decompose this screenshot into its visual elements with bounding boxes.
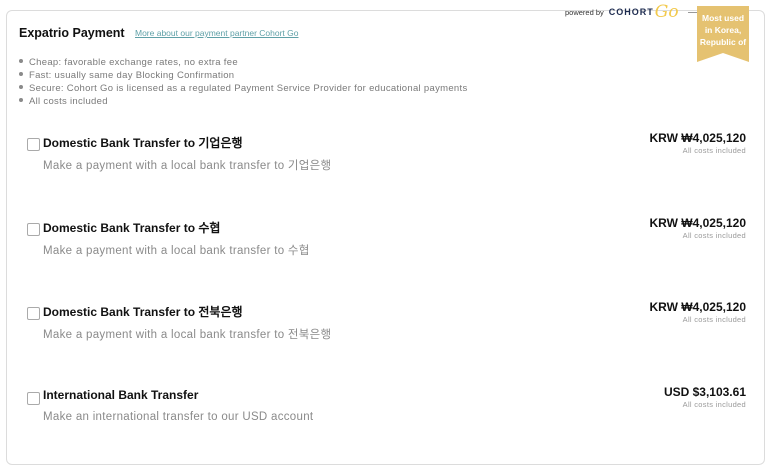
payment-option-suhyup[interactable]: Domestic Bank Transfer to 수협 Make a paym… — [27, 216, 747, 268]
option-price: KRW ₩4,025,120 — [649, 131, 747, 145]
page-title: Expatrio Payment — [19, 26, 125, 40]
go-logo-text: Go — [654, 2, 679, 22]
option-description: Make a payment with a local bank transfe… — [43, 245, 310, 257]
option-title: Domestic Bank Transfer to 기업은행 — [43, 136, 243, 150]
option-description: Make a payment with a local bank transfe… — [43, 160, 332, 172]
option-checkbox[interactable] — [27, 307, 40, 320]
bullet-icon — [19, 59, 23, 64]
option-price: KRW ₩4,025,120 — [649, 300, 747, 314]
option-costs-note: All costs included — [682, 146, 746, 155]
option-checkbox[interactable] — [27, 392, 40, 405]
option-title: Domestic Bank Transfer to 수협 — [43, 221, 221, 235]
ribbon-line-2: in Korea, — [704, 25, 742, 35]
payment-option-international[interactable]: International Bank Transfer Make an inte… — [27, 385, 747, 437]
feature-text: Cheap: favorable exchange rates, no extr… — [29, 57, 238, 68]
ribbon-line-3: Republic of — [699, 37, 747, 47]
feature-item: Secure: Cohort Go is licensed as a regul… — [19, 82, 468, 95]
feature-text: Secure: Cohort Go is licensed as a regul… — [29, 83, 468, 94]
option-costs-note: All costs included — [682, 231, 746, 240]
feature-item: Cheap: favorable exchange rates, no extr… — [19, 56, 468, 69]
option-checkbox[interactable] — [27, 223, 40, 236]
payment-option-jeonbuk[interactable]: Domestic Bank Transfer to 전북은행 Make a pa… — [27, 300, 747, 352]
option-title: Domestic Bank Transfer to 전북은행 — [43, 305, 243, 319]
feature-item: Fast: usually same day Blocking Confirma… — [19, 69, 468, 82]
partner-info-link[interactable]: More about our payment partner Cohort Go — [135, 28, 298, 38]
option-costs-note: All costs included — [682, 400, 746, 409]
ribbon-line-1: Most used — [701, 13, 745, 23]
option-checkbox[interactable] — [27, 138, 40, 151]
powered-by-cohort-go: powered by COHORT Go — [565, 2, 698, 22]
feature-text: All costs included — [29, 96, 108, 107]
payment-option-ibk[interactable]: Domestic Bank Transfer to 기업은행 Make a pa… — [27, 131, 747, 183]
option-price: KRW ₩4,025,120 — [649, 216, 747, 230]
option-costs-note: All costs included — [682, 315, 746, 324]
option-description: Make an international transfer to our US… — [43, 411, 314, 423]
feature-list: Cheap: favorable exchange rates, no extr… — [19, 56, 468, 108]
option-price: USD $3,103.61 — [663, 385, 746, 399]
feature-text: Fast: usually same day Blocking Confirma… — [29, 70, 235, 81]
feature-item: All costs included — [19, 95, 468, 108]
bullet-icon — [19, 72, 23, 77]
bullet-icon — [19, 98, 23, 103]
powered-by-label: powered by — [565, 7, 604, 17]
cohort-logo-text: COHORT — [608, 7, 654, 17]
bullet-icon — [19, 85, 23, 90]
option-title: International Bank Transfer — [43, 388, 199, 402]
divider — [687, 11, 698, 13]
option-description: Make a payment with a local bank transfe… — [43, 329, 332, 341]
